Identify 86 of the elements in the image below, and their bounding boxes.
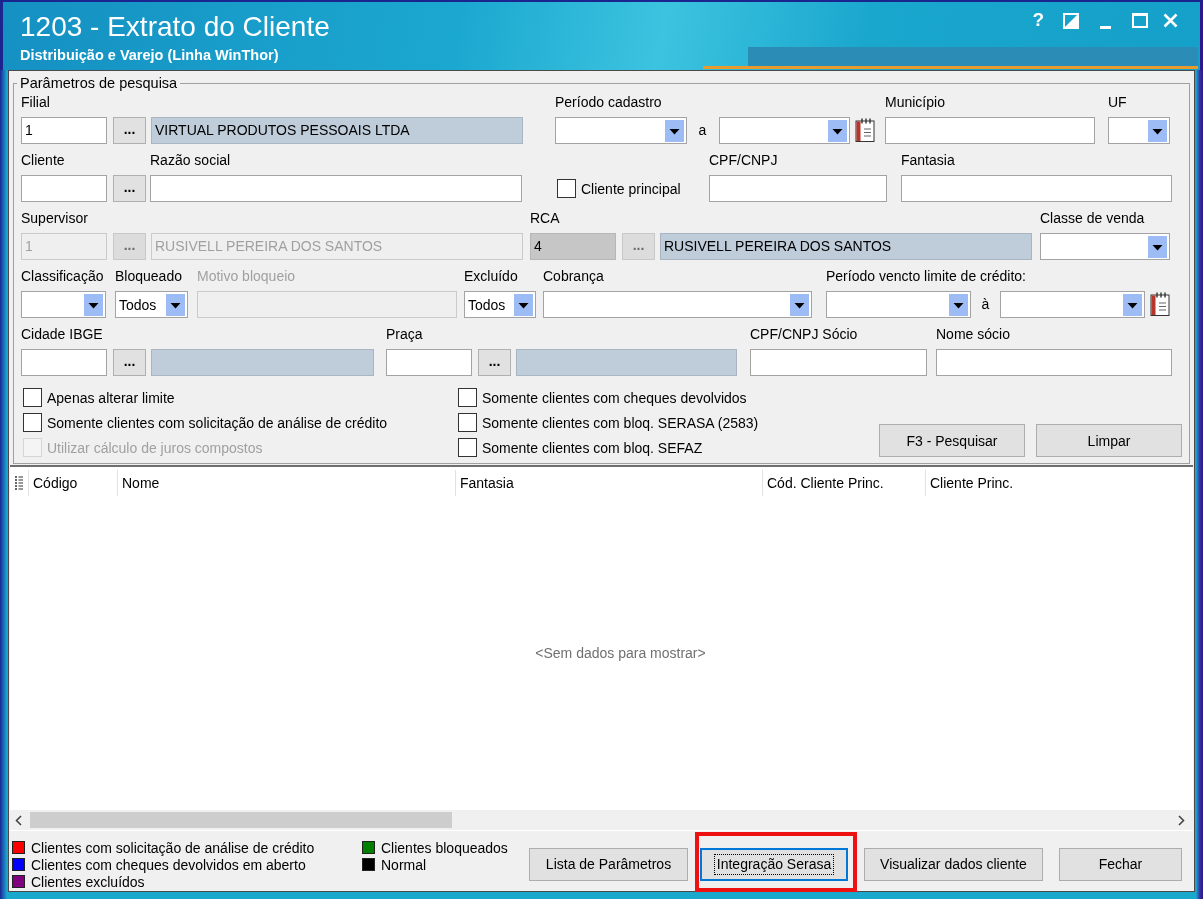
field-label: Fantasia	[901, 151, 955, 169]
legend-label: Normal	[381, 856, 427, 873]
scrollbar-thumb[interactable]	[30, 812, 452, 828]
field-label: Motivo bloqueio	[197, 267, 296, 285]
code-field[interactable]: 4	[530, 233, 616, 260]
column-header[interactable]: Nome	[117, 470, 455, 496]
text-field[interactable]	[936, 349, 1172, 376]
checkbox-label[interactable]: Apenas alterar limite	[47, 389, 175, 406]
window-title: 1203 - Extrato do Cliente	[20, 11, 330, 43]
field-label: Cobrança	[543, 267, 604, 285]
half-filled-square-icon[interactable]	[1063, 13, 1079, 29]
field-label: Período cadastro	[555, 93, 662, 111]
description-field[interactable]: VIRTUAL PRODUTOS PESSOAIS LTDA	[151, 117, 523, 144]
checkbox-label[interactable]: Somente clientes com solicitação de análise de crédito	[47, 414, 388, 431]
range-separator: a	[697, 121, 708, 140]
lookup-button[interactable]: ...	[113, 117, 146, 144]
view-client-button[interactable]: Visualizar dados cliente	[864, 848, 1043, 881]
code-field[interactable]	[21, 349, 107, 376]
lookup-button[interactable]: ...	[113, 175, 146, 202]
field-label: Cidade IBGE	[21, 325, 103, 343]
field-label: UF	[1108, 93, 1127, 111]
code-field[interactable]	[386, 349, 472, 376]
close-button[interactable]: Fechar	[1059, 848, 1182, 881]
text-field[interactable]	[885, 117, 1095, 144]
group-title: Parâmetros de pesquisa	[19, 75, 179, 92]
combo-box[interactable]: Todos	[115, 291, 188, 318]
list-icon[interactable]	[15, 476, 23, 490]
column-header[interactable]: Cód. Cliente Princ.	[762, 470, 925, 496]
description-field[interactable]	[516, 349, 737, 376]
code-field[interactable]	[21, 175, 107, 202]
calendar-icon[interactable]	[1150, 292, 1170, 316]
field-label: CPF/CNPJ Sócio	[750, 325, 858, 343]
search-button[interactable]: F3 - Pesquisar	[879, 424, 1025, 457]
text-field[interactable]	[901, 175, 1172, 202]
checkbox[interactable]	[458, 388, 477, 407]
lookup-button[interactable]: ...	[478, 349, 511, 376]
field-label: Excluído	[464, 267, 518, 285]
calendar-icon[interactable]	[855, 118, 875, 142]
legend-label: Clientes com cheques devolvidos em aberto	[31, 856, 306, 873]
empty-grid-message: <Sem dados para mostrar>	[535, 645, 706, 661]
column-header[interactable]: Fantasia	[455, 470, 762, 496]
clear-button[interactable]: Limpar	[1036, 424, 1182, 457]
column-header[interactable]: Cliente Princ.	[925, 470, 1193, 496]
maximize-icon[interactable]	[1132, 13, 1148, 28]
chevron-right-icon[interactable]	[1178, 814, 1185, 826]
field-label: Classificação	[21, 267, 104, 285]
checkbox[interactable]	[458, 413, 477, 432]
window-subtitle: Distribuição e Varejo (Linha WinThor)	[20, 47, 280, 64]
field-label: Cliente	[21, 151, 65, 169]
chevron-left-icon[interactable]	[15, 814, 22, 826]
field-label: Período vencto limite de crédito:	[826, 267, 1026, 285]
checkbox-label[interactable]: Somente clientes com cheques devolvidos	[482, 389, 747, 406]
description-field[interactable]: RUSIVELL PEREIRA DOS SANTOS	[660, 233, 1032, 260]
checkbox-label[interactable]: Cliente principal	[581, 180, 681, 197]
range-separator: à	[980, 295, 991, 314]
checkbox[interactable]	[23, 413, 42, 432]
field-label: Razão social	[150, 151, 231, 169]
field-label: Município	[885, 93, 945, 111]
field-label: Classe de venda	[1040, 209, 1145, 227]
combo-box[interactable]: Todos	[464, 291, 536, 318]
legend-label: Clientes bloqueados	[381, 839, 508, 856]
legend-label: Clientes com solicitação de análise de crédito	[31, 839, 315, 856]
lookup-button[interactable]: ...	[113, 349, 146, 376]
field-label: Supervisor	[21, 209, 88, 227]
legend-label: Clientes excluídos	[31, 873, 145, 890]
checkbox[interactable]	[458, 438, 477, 457]
close-icon[interactable]	[1163, 13, 1178, 28]
text-field[interactable]	[150, 175, 522, 202]
text-field[interactable]	[750, 349, 927, 376]
field-label: Bloqueado	[115, 267, 182, 285]
checkbox-label[interactable]: Somente clientes com bloq. SERASA (2583)	[482, 414, 759, 431]
parameter-list-button[interactable]: Lista de Parâmetros	[529, 848, 688, 881]
code-field[interactable]: 1	[21, 117, 107, 144]
column-header[interactable]: Código	[28, 470, 117, 496]
field-label: Nome sócio	[936, 325, 1010, 343]
field-label: Filial	[21, 93, 50, 111]
field-label: CPF/CNPJ	[709, 151, 778, 169]
serasa-integration-button[interactable]: Integração Serasa	[700, 848, 848, 881]
field-label: RCA	[530, 209, 560, 227]
checkbox[interactable]	[23, 388, 42, 407]
field-label: Praça	[386, 325, 423, 343]
text-field[interactable]	[709, 175, 887, 202]
description-field[interactable]	[151, 349, 374, 376]
checkbox[interactable]	[557, 179, 576, 198]
checkbox-label[interactable]: Somente clientes com bloq. SEFAZ	[482, 439, 703, 456]
horizontal-scrollbar[interactable]	[10, 810, 1193, 830]
